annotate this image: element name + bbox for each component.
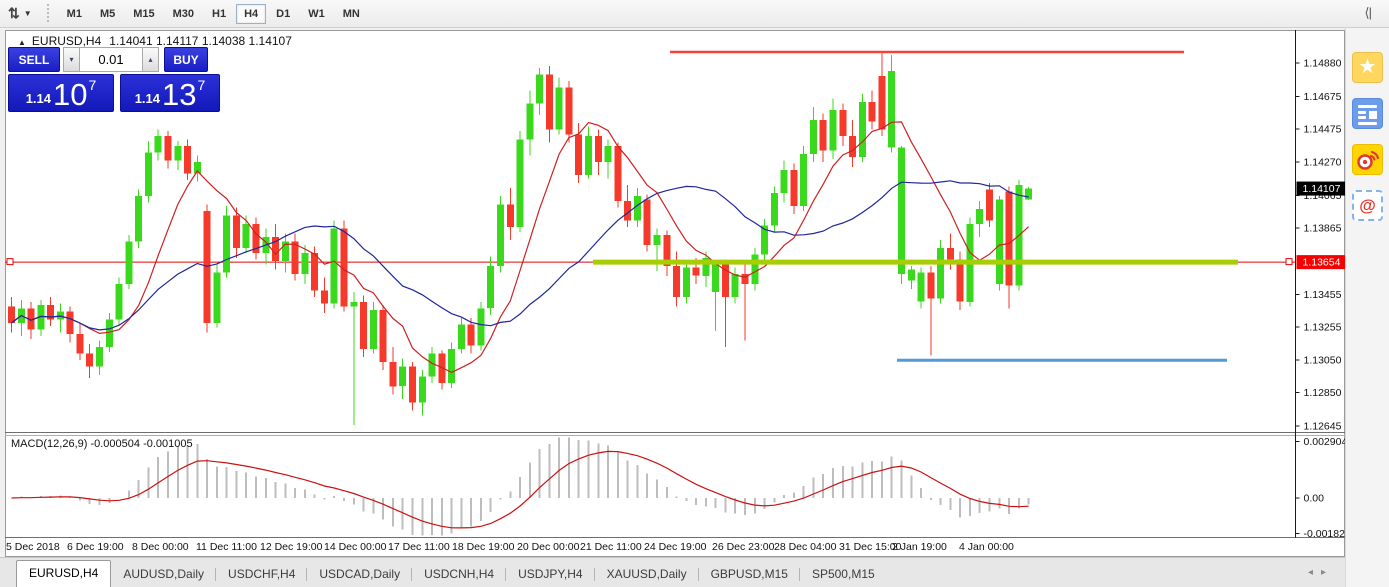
- svg-text:5 Dec 2018: 5 Dec 2018: [6, 541, 60, 553]
- ohlc-values: 1.14041 1.14117 1.14038 1.14107: [109, 34, 292, 48]
- sell-price-pips: 10: [53, 80, 87, 110]
- timeframe-button-m15[interactable]: M15: [125, 4, 162, 24]
- chart-tab-eurusd-h4[interactable]: EURUSD,H4: [16, 560, 111, 587]
- buy-price-point: 7: [198, 77, 206, 93]
- svg-text:1.14107: 1.14107: [1303, 183, 1341, 195]
- chart-tab-gbpusd-m15[interactable]: GBPUSD,M15: [699, 563, 800, 587]
- timeframe-button-w1[interactable]: W1: [300, 4, 333, 24]
- chart-tab-usdjpy-h4[interactable]: USDJPY,H4: [506, 563, 594, 587]
- chart-tab-sp500-m15[interactable]: SP500,M15: [800, 563, 887, 587]
- favorites-star-icon[interactable]: ★: [1352, 52, 1383, 83]
- toolbar-drag-handle[interactable]: [46, 4, 51, 24]
- volume-decrease-button[interactable]: ▾: [63, 47, 80, 72]
- timeframe-button-d1[interactable]: D1: [268, 4, 298, 24]
- macd-indicator-label: MACD(12,26,9) -0.000504 -0.001005: [11, 438, 193, 450]
- volume-increase-button[interactable]: ▴: [142, 47, 159, 72]
- chart-tab-audusd-daily[interactable]: AUDUSD,Daily: [111, 563, 216, 587]
- chart-tab-xauusd-daily[interactable]: XAUUSD,Daily: [595, 563, 699, 587]
- svg-text:2 Jan 19:00: 2 Jan 19:00: [892, 541, 947, 553]
- svg-text:1.13455: 1.13455: [1304, 289, 1342, 301]
- timeframe-toolbar: ⇅ ▼ M1M5M15M30H1H4D1W1MN ⟨|: [0, 0, 1389, 28]
- svg-text:18 Dec 19:00: 18 Dec 19:00: [452, 541, 515, 553]
- svg-text:21 Dec 11:00: 21 Dec 11:00: [580, 541, 642, 553]
- svg-text:28 Dec 04:00: 28 Dec 04:00: [774, 541, 837, 553]
- svg-text:8 Dec 00:00: 8 Dec 00:00: [132, 541, 189, 553]
- svg-text:-0.001824: -0.001824: [1304, 528, 1346, 540]
- timeframe-button-m1[interactable]: M1: [59, 4, 90, 24]
- sell-price-whole: 1.14: [26, 91, 51, 106]
- svg-text:6 Dec 19:00: 6 Dec 19:00: [67, 541, 124, 553]
- buy-button[interactable]: BUY: [164, 47, 208, 72]
- symbol-period-label: EURUSD,H4: [32, 34, 101, 48]
- svg-text:1.14880: 1.14880: [1304, 58, 1342, 70]
- buy-price-whole: 1.14: [135, 91, 160, 106]
- timeframe-button-m5[interactable]: M5: [92, 4, 123, 24]
- buy-price-pips: 13: [162, 80, 196, 110]
- weibo-icon[interactable]: [1352, 144, 1383, 175]
- chart-tab-usdcad-daily[interactable]: USDCAD,Daily: [307, 563, 412, 587]
- svg-text:1.13255: 1.13255: [1304, 321, 1342, 333]
- svg-text:20 Dec 00:00: 20 Dec 00:00: [517, 541, 580, 553]
- svg-text:24 Dec 19:00: 24 Dec 19:00: [644, 541, 707, 553]
- chart-tabs-bar: EURUSD,H4AUDUSD,DailyUSDCHF,H4USDCAD,Dai…: [0, 557, 1345, 587]
- timeframe-button-mn[interactable]: MN: [335, 4, 368, 24]
- social-sidebar: ★ @: [1345, 28, 1389, 587]
- svg-text:0.00: 0.00: [1304, 493, 1325, 505]
- svg-text:4 Jan 00:00: 4 Jan 00:00: [959, 541, 1014, 553]
- svg-text:17 Dec 11:00: 17 Dec 11:00: [388, 541, 450, 553]
- timeframe-button-m30[interactable]: M30: [165, 4, 202, 24]
- svg-text:1.12645: 1.12645: [1304, 421, 1342, 433]
- chevron-down-icon[interactable]: ▼: [24, 9, 32, 18]
- timeframe-button-h1[interactable]: H1: [204, 4, 234, 24]
- timeframe-button-h4[interactable]: H4: [236, 4, 266, 24]
- volume-input[interactable]: [80, 47, 142, 72]
- news-icon[interactable]: [1352, 98, 1383, 129]
- svg-text:1.13865: 1.13865: [1304, 222, 1342, 234]
- chart-tab-usdchf-h4[interactable]: USDCHF,H4: [216, 563, 307, 587]
- svg-text:26 Dec 23:00: 26 Dec 23:00: [712, 541, 775, 553]
- sell-price-point: 7: [89, 77, 97, 93]
- chart-tab-usdcnh-h4[interactable]: USDCNH,H4: [412, 563, 506, 587]
- mention-at-icon[interactable]: @: [1352, 190, 1383, 221]
- svg-text:1.14270: 1.14270: [1304, 157, 1342, 169]
- hline-handle: [1286, 259, 1292, 265]
- svg-text:12 Dec 19:00: 12 Dec 19:00: [260, 541, 323, 553]
- svg-text:1.14675: 1.14675: [1304, 91, 1342, 103]
- timeframe-buttons: M1M5M15M30H1H4D1W1MN: [59, 4, 370, 24]
- one-click-trading-panel: SELL ▾ ▴ BUY 1.14 10 7 1.14 13 7: [8, 47, 234, 112]
- one-click-collapse-icon[interactable]: ▲: [18, 38, 26, 47]
- hline-handle: [7, 259, 13, 265]
- svg-text:11 Dec 11:00: 11 Dec 11:00: [196, 541, 257, 553]
- collapse-sidebar-icon[interactable]: ⟨|: [1365, 5, 1371, 21]
- sell-price-button[interactable]: 1.14 10 7: [8, 74, 114, 112]
- svg-text:1.13654: 1.13654: [1303, 257, 1341, 269]
- svg-text:1.13050: 1.13050: [1304, 355, 1342, 367]
- sell-button[interactable]: SELL: [8, 47, 60, 72]
- candlestick-charts-icon[interactable]: ⇅: [8, 5, 20, 22]
- buy-price-button[interactable]: 1.14 13 7: [120, 74, 220, 112]
- svg-text:1.12850: 1.12850: [1304, 387, 1342, 399]
- svg-text:1.14475: 1.14475: [1304, 123, 1342, 135]
- svg-text:0.002904: 0.002904: [1304, 436, 1346, 448]
- svg-text:14 Dec 00:00: 14 Dec 00:00: [324, 541, 387, 553]
- tab-scroll-arrows[interactable]: ◂▸: [1308, 567, 1334, 578]
- chart-title: ▲ EURUSD,H4 1.14041 1.14117 1.14038 1.1410…: [18, 34, 292, 48]
